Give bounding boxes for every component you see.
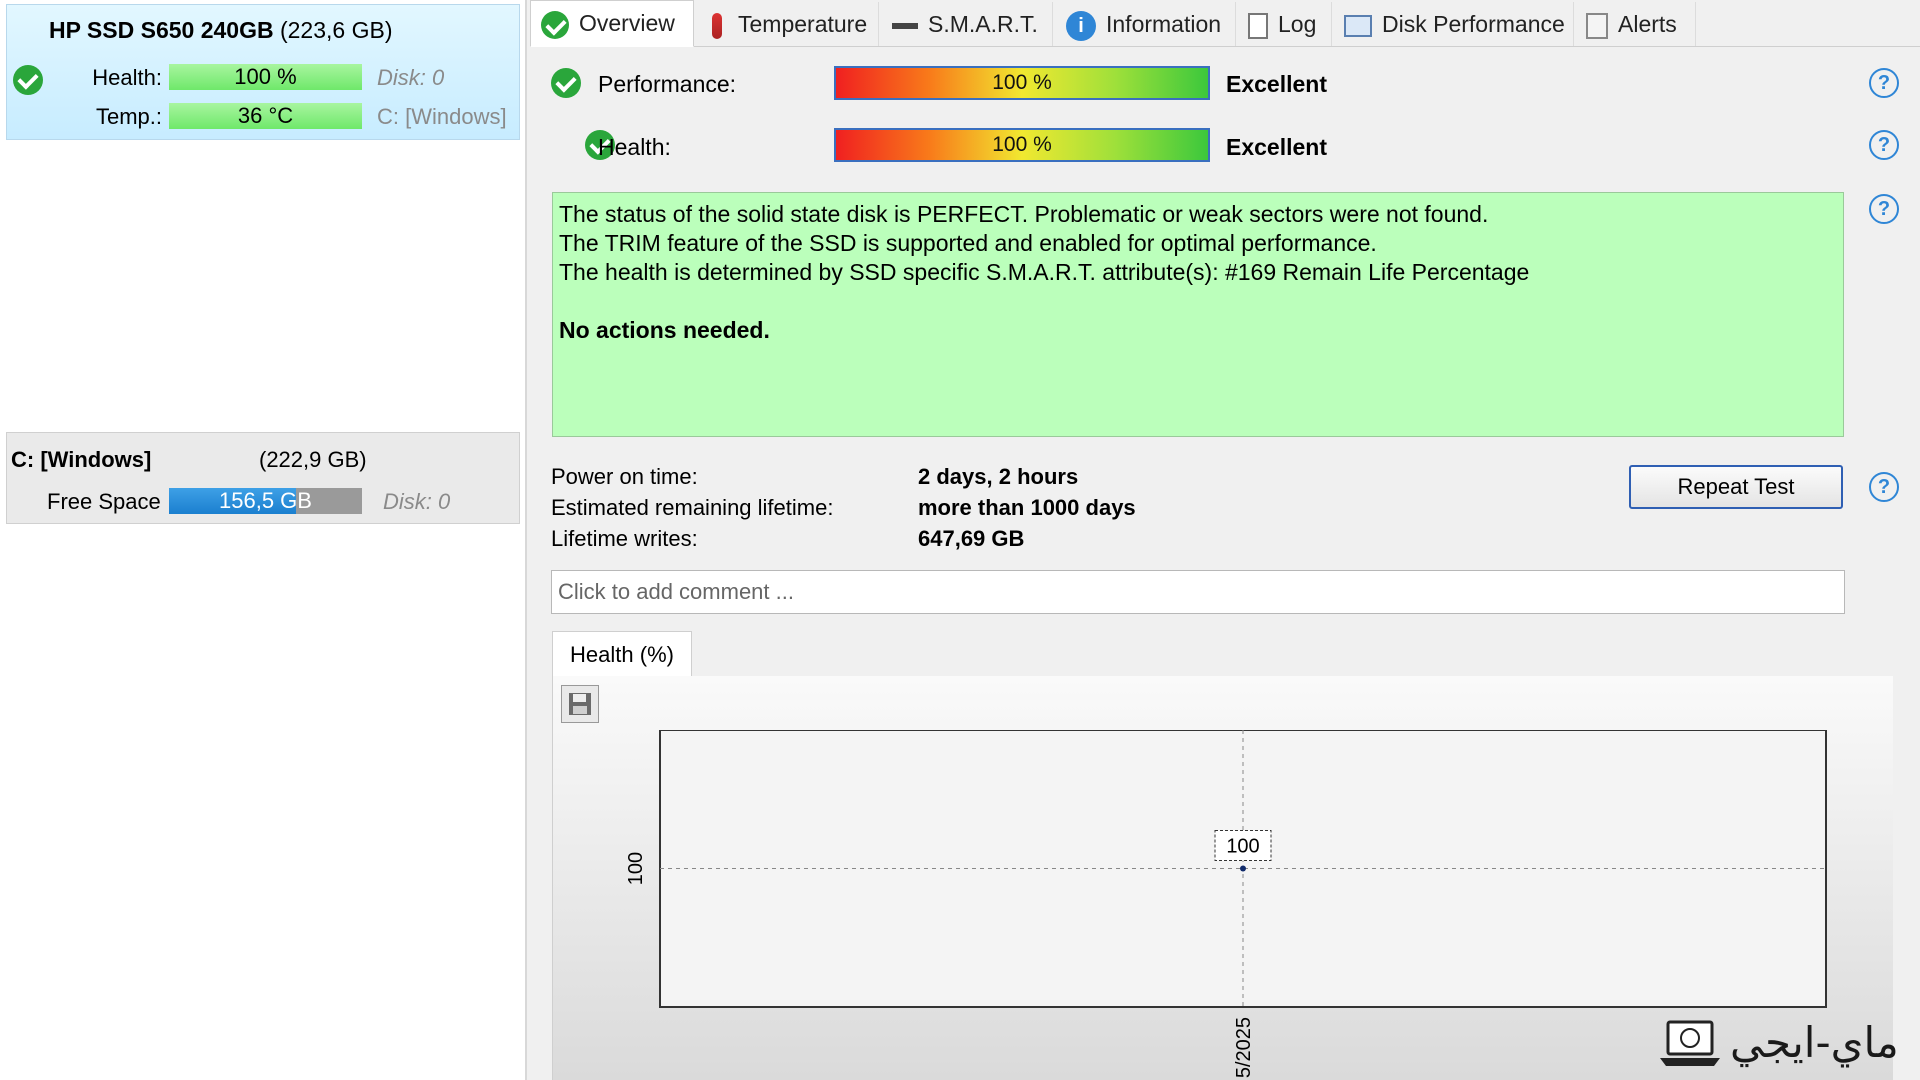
tab-overview[interactable]: Overview (530, 0, 694, 47)
tab-disk-performance-label: Disk Performance (1382, 11, 1565, 37)
free-space-label: Free Space (47, 489, 161, 514)
disk-temp-bar: 36 °C (169, 103, 362, 129)
status-line: The status of the solid state disk is PE… (559, 201, 1489, 227)
status-message-box: The status of the solid state disk is PE… (552, 192, 1844, 437)
volume-name: C: [Windows] (11, 447, 152, 472)
power-on-label: Power on time: (551, 464, 698, 489)
tab-log[interactable]: Log (1238, 2, 1332, 46)
disk-ok-icon (13, 65, 43, 95)
health-label: Health: (598, 134, 671, 160)
performance-label: Performance: (598, 71, 737, 97)
info-icon: i (1066, 10, 1096, 41)
disk-number: Disk: 0 (377, 65, 445, 90)
volume-disk-number: Disk: 0 (383, 489, 451, 514)
health-chart: 100 100 5/2025 (625, 730, 1827, 1078)
status-action: No actions needed. (559, 317, 770, 343)
check-icon (541, 10, 569, 39)
lifetime-writes-value: 647,69 GB (918, 526, 1025, 551)
remaining-lifetime-value: more than 1000 days (918, 495, 1136, 520)
alerts-icon (1586, 12, 1608, 39)
tab-alerts[interactable]: Alerts (1576, 2, 1696, 46)
health-rating: Excellent (1226, 134, 1327, 160)
tab-smart[interactable]: S.M.A.R.T. (882, 2, 1053, 46)
tab-log-label: Log (1278, 11, 1317, 37)
repeat-test-help-icon[interactable]: ? (1869, 472, 1899, 502)
status-line: The health is determined by SSD specific… (559, 259, 1530, 285)
chart-tab-health[interactable]: Health (%) (552, 631, 692, 678)
device-list-pane: HP SSD S650 240GB (223,6 GB) Health: 100… (0, 0, 527, 1080)
performance-chart-icon (1344, 14, 1372, 37)
smart-icon (892, 22, 918, 29)
tab-information-label: Information (1106, 11, 1222, 37)
tab-disk-performance[interactable]: Disk Performance (1334, 2, 1574, 46)
health-gauge: 100 % (834, 128, 1210, 162)
disk-name: HP SSD S650 240GB (49, 17, 274, 43)
health-help-icon[interactable]: ? (1869, 130, 1899, 160)
disk-health-label: Health: (92, 65, 162, 90)
power-on-value: 2 days, 2 hours (918, 464, 1079, 489)
free-space-bar: 156,5 GB (169, 488, 362, 514)
disk-health-bar: 100 % (169, 64, 362, 90)
repeat-test-button[interactable]: Repeat Test (1629, 465, 1843, 509)
tab-temperature[interactable]: Temperature (696, 2, 879, 46)
watermark-laptop-logo (1658, 1018, 1722, 1068)
data-label: 100 (1226, 836, 1259, 858)
floppy-disk-icon (569, 693, 591, 715)
thermometer-icon (712, 12, 722, 39)
data-point (1240, 865, 1246, 872)
tab-overview-label: Overview (579, 10, 675, 36)
status-help-icon[interactable]: ? (1869, 194, 1899, 224)
performance-help-icon[interactable]: ? (1869, 68, 1899, 98)
tab-bar: Overview Temperature S.M.A.R.T. i Informa… (530, 0, 1920, 47)
volume-card[interactable]: C: [Windows] (222,9 GB) Free Space 156,5… (6, 432, 520, 524)
disk-size: (223,6 GB) (279, 17, 393, 43)
details-pane: Overview Temperature S.M.A.R.T. i Informa… (530, 0, 1920, 1080)
remaining-lifetime-label: Estimated remaining lifetime: (551, 495, 834, 520)
performance-gauge: 100 % (834, 66, 1210, 100)
performance-ok-icon (551, 68, 581, 98)
performance-rating: Excellent (1226, 71, 1327, 97)
tab-alerts-label: Alerts (1618, 11, 1677, 37)
lifetime-writes-label: Lifetime writes: (551, 526, 698, 551)
tab-information[interactable]: i Information (1056, 2, 1236, 46)
disk-temp-label: Temp.: (95, 104, 162, 129)
watermark-text: ماي-ايجي (1730, 1018, 1899, 1067)
x-tick-label: 5/2025 (1233, 1017, 1255, 1078)
save-chart-button[interactable] (561, 685, 599, 723)
disk-title: HP SSD S650 240GB (223,6 GB) (49, 17, 392, 44)
tab-temperature-label: Temperature (738, 11, 868, 37)
volume-size: (222,9 GB) (259, 447, 367, 472)
status-line: The TRIM feature of the SSD is supported… (559, 230, 1377, 256)
tab-smart-label: S.M.A.R.T. (928, 11, 1038, 37)
comment-field[interactable]: Click to add comment ... (551, 570, 1845, 614)
disk-volume-ref: C: [Windows] (377, 104, 507, 129)
disk-card[interactable]: HP SSD S650 240GB (223,6 GB) Health: 100… (6, 4, 520, 140)
y-tick-label: 100 (625, 852, 647, 885)
document-icon (1248, 12, 1268, 39)
free-space-value: 156,5 GB (219, 488, 312, 513)
